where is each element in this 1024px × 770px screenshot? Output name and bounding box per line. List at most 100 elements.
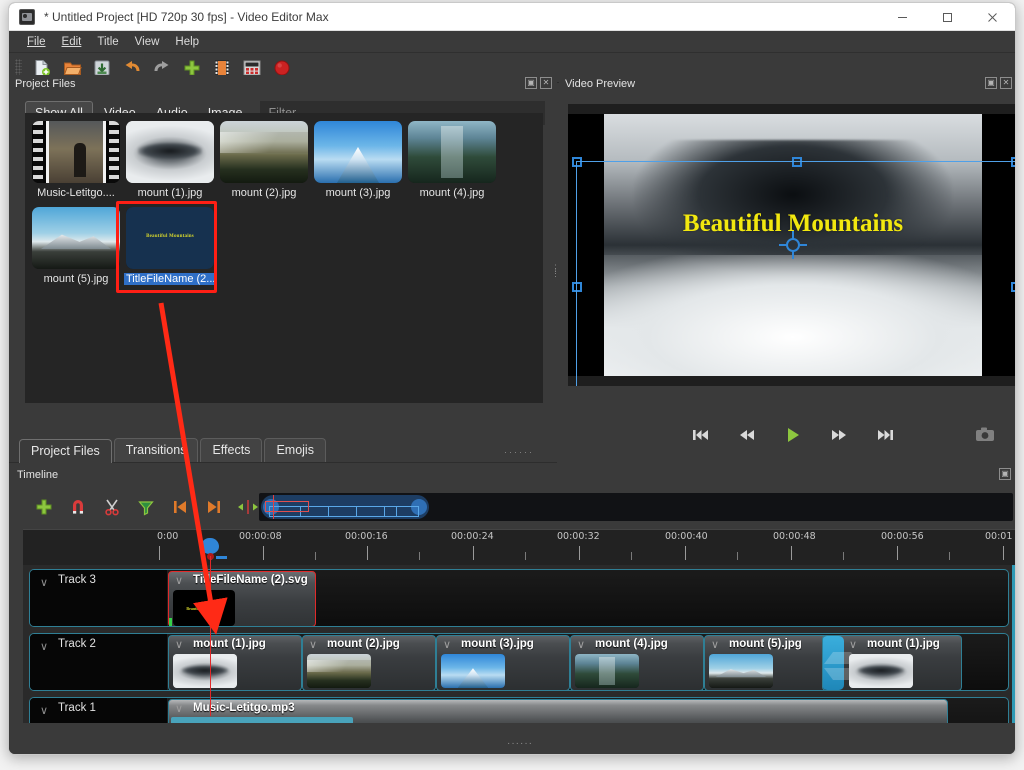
- track-row[interactable]: ∨ Track 3 ∨ TitleFileName (2).svg Beauti…: [29, 569, 1009, 627]
- track-name: Track 1: [58, 702, 96, 714]
- filter-funnel-button[interactable]: [129, 493, 163, 521]
- clip-thumbnail: [441, 654, 505, 688]
- float-panel-icon[interactable]: ▣: [999, 468, 1011, 480]
- track-header[interactable]: ∨ Track 3: [30, 570, 168, 626]
- track-row[interactable]: ∨ Track 1 ∨ Music-Letitgo.mp3: [29, 697, 1009, 723]
- timeline-clip[interactable]: ∨ TitleFileName (2).svg Beautiful Mounta…: [168, 571, 316, 627]
- close-panel-icon[interactable]: ✕: [540, 77, 552, 89]
- timeline-clip[interactable]: ∨ mount (1).jpg: [822, 635, 962, 691]
- menu-file[interactable]: File: [19, 34, 54, 50]
- chevron-down-icon[interactable]: ∨: [849, 638, 857, 651]
- video-preview-stage[interactable]: Beautiful Mountains: [568, 104, 1016, 386]
- snapping-magnet-button[interactable]: [61, 493, 95, 521]
- float-panel-icon[interactable]: ▣: [985, 77, 997, 89]
- timeline-clip[interactable]: ∨ mount (1).jpg: [168, 635, 302, 691]
- chevron-down-icon[interactable]: ∨: [175, 638, 183, 651]
- chevron-down-icon[interactable]: ∨: [40, 640, 48, 653]
- list-item[interactable]: mount (2).jpg: [217, 121, 311, 199]
- ruler-label: 00:00:16: [345, 531, 388, 542]
- ruler-label: 00:00:48: [773, 531, 816, 542]
- clip-label: Music-Letitgo.mp3: [193, 702, 295, 714]
- clip-label: TitleFileName (2).svg: [193, 574, 311, 586]
- panel-resize-handle[interactable]: ······: [507, 738, 533, 749]
- audio-waveform: [171, 717, 353, 723]
- zoom-range-track[interactable]: [261, 495, 429, 519]
- track-name: Track 2: [58, 638, 96, 650]
- clip-thumbnail: [575, 654, 639, 688]
- track-name: Track 3: [58, 574, 96, 586]
- chevron-down-icon[interactable]: ∨: [175, 702, 183, 715]
- chevron-down-icon[interactable]: ∨: [309, 638, 317, 651]
- chevron-down-icon[interactable]: ∨: [175, 574, 183, 587]
- timeline-clip[interactable]: ∨ mount (5).jpg: [704, 635, 828, 691]
- tab-emojis[interactable]: Emojis: [264, 438, 326, 462]
- chevron-down-icon[interactable]: ∨: [40, 576, 48, 589]
- video-preview-panel: Video Preview ▣ ✕ Beautiful Mountains: [559, 75, 1016, 463]
- list-item[interactable]: Music-Letitgo....: [29, 121, 123, 199]
- toolbar-grip[interactable]: [15, 59, 22, 77]
- close-button[interactable]: [970, 3, 1015, 31]
- ruler-label: 0:00: [157, 531, 178, 542]
- horizontal-splitter-handle[interactable]: ······: [504, 450, 534, 455]
- list-item[interactable]: mount (3).jpg: [311, 121, 405, 199]
- video-preview-panel-buttons: ▣ ✕: [985, 77, 1012, 89]
- menu-help[interactable]: Help: [167, 34, 207, 50]
- minimize-button[interactable]: [880, 3, 925, 31]
- timeline-clip[interactable]: ∨ mount (2).jpg: [302, 635, 436, 691]
- chevron-down-icon[interactable]: ∨: [577, 638, 585, 651]
- tab-transitions[interactable]: Transitions: [114, 438, 199, 462]
- timeline-clip[interactable]: ∨ mount (3).jpg: [436, 635, 570, 691]
- razor-button[interactable]: [95, 493, 129, 521]
- file-thumbnail: [32, 121, 120, 183]
- close-panel-icon[interactable]: ✕: [1000, 77, 1012, 89]
- ruler-label: 00:00:56: [881, 531, 924, 542]
- resize-handle-middle-right[interactable]: [1011, 282, 1016, 292]
- resize-handle-middle-left[interactable]: [572, 282, 582, 292]
- tab-project-files[interactable]: Project Files: [19, 439, 112, 463]
- menu-view[interactable]: View: [127, 34, 168, 50]
- menu-title[interactable]: Title: [89, 34, 126, 50]
- menu-edit[interactable]: Edit: [54, 34, 90, 50]
- clip-thumbnail-text: Beautiful Mountains: [186, 606, 221, 611]
- jump-to-end-button[interactable]: [197, 493, 231, 521]
- clip-thumbnail: [709, 654, 773, 688]
- clip-thumbnail: Beautiful Mountains: [173, 590, 235, 626]
- chevron-down-icon[interactable]: ∨: [40, 704, 48, 717]
- track-header[interactable]: ∨ Track 2: [30, 634, 168, 690]
- list-item[interactable]: mount (4).jpg: [405, 121, 499, 199]
- resize-handle-top-center[interactable]: [792, 157, 802, 167]
- list-item[interactable]: mount (5).jpg: [29, 207, 123, 285]
- skip-to-start-button[interactable]: [686, 422, 716, 448]
- fast-forward-button[interactable]: [824, 422, 854, 448]
- resize-handle-top-right[interactable]: [1011, 157, 1016, 167]
- file-thumbnail: [408, 121, 496, 183]
- timeline-zoom-scrollbar[interactable]: [259, 493, 1013, 521]
- tab-effects[interactable]: Effects: [200, 438, 262, 462]
- rewind-button[interactable]: [732, 422, 762, 448]
- chevron-down-icon[interactable]: ∨: [711, 638, 719, 651]
- timeline-clip[interactable]: ∨ mount (4).jpg: [570, 635, 704, 691]
- play-button[interactable]: [778, 422, 808, 448]
- menu-edit-label: Edit: [62, 36, 82, 48]
- skip-to-end-button[interactable]: [870, 422, 900, 448]
- transition-handle[interactable]: [822, 636, 844, 690]
- timeline-ruler[interactable]: 0:00 00:00:08 00:00:16 00:00:24 00:00:32…: [23, 529, 1015, 565]
- float-panel-icon[interactable]: ▣: [525, 77, 537, 89]
- window-title: * Untitled Project [HD 720p 30 fps] - Vi…: [44, 10, 329, 24]
- video-frame: Beautiful Mountains: [568, 114, 1016, 376]
- track-row[interactable]: ∨ Track 2 ∨ mount (1).jpg ∨ mount (2).jp…: [29, 633, 1009, 691]
- track-header[interactable]: ∨ Track 1: [30, 698, 168, 723]
- timeline-clip[interactable]: ∨ Music-Letitgo.mp3: [168, 699, 948, 723]
- list-item-selected[interactable]: Beautiful Mountains TitleFileName (2...: [123, 207, 217, 285]
- camera-icon[interactable]: [973, 423, 997, 445]
- project-files-grid: Music-Letitgo.... mount (1).jpg mount (2…: [25, 113, 543, 403]
- video-preview-panel-header: Video Preview ▣ ✕: [559, 75, 1016, 93]
- maximize-button[interactable]: [925, 3, 970, 31]
- add-track-button[interactable]: [27, 493, 61, 521]
- resize-handle-top-left[interactable]: [572, 157, 582, 167]
- chevron-down-icon[interactable]: ∨: [443, 638, 451, 651]
- jump-to-start-button[interactable]: [163, 493, 197, 521]
- zoom-viewport-box[interactable]: [265, 501, 309, 512]
- list-item[interactable]: mount (1).jpg: [123, 121, 217, 199]
- ruler-label: 00:00:32: [557, 531, 600, 542]
